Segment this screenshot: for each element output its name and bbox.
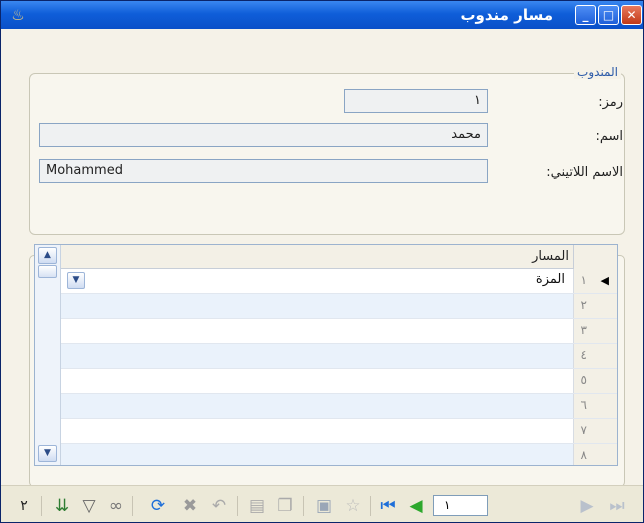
row-indicator: ٥ — [573, 369, 617, 393]
table-row[interactable]: ٢ — [61, 294, 617, 319]
current-row-icon: ◀ — [600, 274, 609, 287]
row-number: ١ — [580, 273, 587, 287]
save-icon[interactable]: ▣ — [313, 495, 335, 517]
table-row[interactable]: ٣ — [61, 319, 617, 344]
last-record-icon[interactable]: ⏭ — [606, 495, 628, 517]
row-header-corner — [573, 245, 617, 269]
sort-icon[interactable]: ⇊ — [51, 495, 73, 517]
refresh-icon[interactable]: ⟳ — [147, 495, 169, 517]
scroll-down-icon[interactable]: ▼ — [38, 445, 57, 462]
grid-header: المسار — [61, 245, 617, 269]
separator — [41, 496, 42, 516]
first-record-icon[interactable]: ⏮ — [377, 495, 399, 517]
separator — [132, 496, 133, 516]
row-indicator: ٣ — [573, 319, 617, 343]
name-label: اسم: — [595, 129, 623, 144]
window-title: مسار مندوب — [460, 6, 553, 24]
code-field[interactable]: ١ — [344, 89, 488, 113]
delete-icon[interactable]: ✖ — [179, 495, 201, 517]
view-icon[interactable]: ∞ — [105, 495, 127, 517]
agent-groupbox — [29, 73, 625, 235]
separator — [370, 496, 371, 516]
route-cell[interactable]: المزة — [536, 272, 565, 287]
table-row[interactable]: ٥ — [61, 369, 617, 394]
table-row[interactable]: ٦ — [61, 394, 617, 419]
main-window: ♨ مسار مندوب _ □ ✕ المندوب رمز: ١ اسم: م… — [0, 0, 644, 523]
previous-record-icon[interactable]: ◀ — [405, 495, 427, 517]
record-number-input[interactable]: ١ — [433, 495, 488, 516]
close-button[interactable]: ✕ — [621, 5, 642, 25]
latin-name-field[interactable]: Mohammed — [39, 159, 488, 183]
agent-group-legend: المندوب — [574, 65, 621, 79]
dropdown-icon[interactable]: ▼ — [67, 272, 85, 289]
vertical-scrollbar[interactable]: ▲ ▼ — [35, 245, 61, 465]
scroll-up-icon[interactable]: ▲ — [38, 247, 57, 264]
row-number: ٢ — [580, 298, 587, 312]
separator — [237, 496, 238, 516]
row-number: ٤ — [580, 348, 587, 362]
column-header-route[interactable]: المسار — [532, 249, 569, 264]
table-row[interactable]: ١ ◀ المزة ▼ — [61, 269, 617, 294]
row-number: ٧ — [580, 423, 587, 437]
row-indicator: ٧ — [573, 419, 617, 443]
code-label: رمز: — [598, 95, 623, 110]
route-grid: ▲ ▼ المسار ١ ◀ المزة ▼ ٢ ٣ ٤ ٥ ٦ ٧ ٨ — [34, 244, 618, 466]
next-record-icon[interactable]: ▶ — [576, 495, 598, 517]
scroll-thumb[interactable] — [38, 265, 57, 278]
table-row[interactable]: ٨ — [61, 444, 617, 465]
app-icon: ♨ — [11, 6, 25, 24]
paste-icon[interactable]: ▤ — [246, 495, 268, 517]
record-count: ٢ — [20, 498, 28, 514]
row-indicator: ٢ — [573, 294, 617, 318]
separator — [303, 496, 304, 516]
table-row[interactable]: ٧ — [61, 419, 617, 444]
favorite-icon[interactable]: ☆ — [342, 495, 364, 517]
undo-icon[interactable]: ↶ — [208, 495, 230, 517]
client-area: المندوب رمز: ١ اسم: محمد الاسم اللاتيني:… — [1, 29, 643, 522]
filter-icon[interactable]: ▽ — [78, 495, 100, 517]
row-indicator: ٨ — [573, 444, 617, 465]
table-row[interactable]: ٤ — [61, 344, 617, 369]
row-indicator: ٦ — [573, 394, 617, 418]
name-field[interactable]: محمد — [39, 123, 488, 147]
minimize-button[interactable]: _ — [575, 5, 596, 25]
copy-icon[interactable]: ❐ — [274, 495, 296, 517]
row-indicator: ١ ◀ — [573, 269, 617, 293]
row-number: ٨ — [580, 448, 587, 462]
row-indicator: ٤ — [573, 344, 617, 368]
maximize-button[interactable]: □ — [598, 5, 619, 25]
title-bar[interactable]: ♨ مسار مندوب _ □ ✕ — [1, 1, 643, 29]
row-number: ٥ — [580, 373, 587, 387]
navigation-toolbar: ٢ ⇊ ▽ ∞ ⟳ ✖ ↶ ▤ ❐ ▣ ☆ ⏮ ◀ ١ ▶ ⏭ — [1, 485, 643, 522]
row-number: ٣ — [580, 323, 587, 337]
row-number: ٦ — [580, 398, 587, 412]
latin-name-label: الاسم اللاتيني: — [546, 165, 623, 180]
